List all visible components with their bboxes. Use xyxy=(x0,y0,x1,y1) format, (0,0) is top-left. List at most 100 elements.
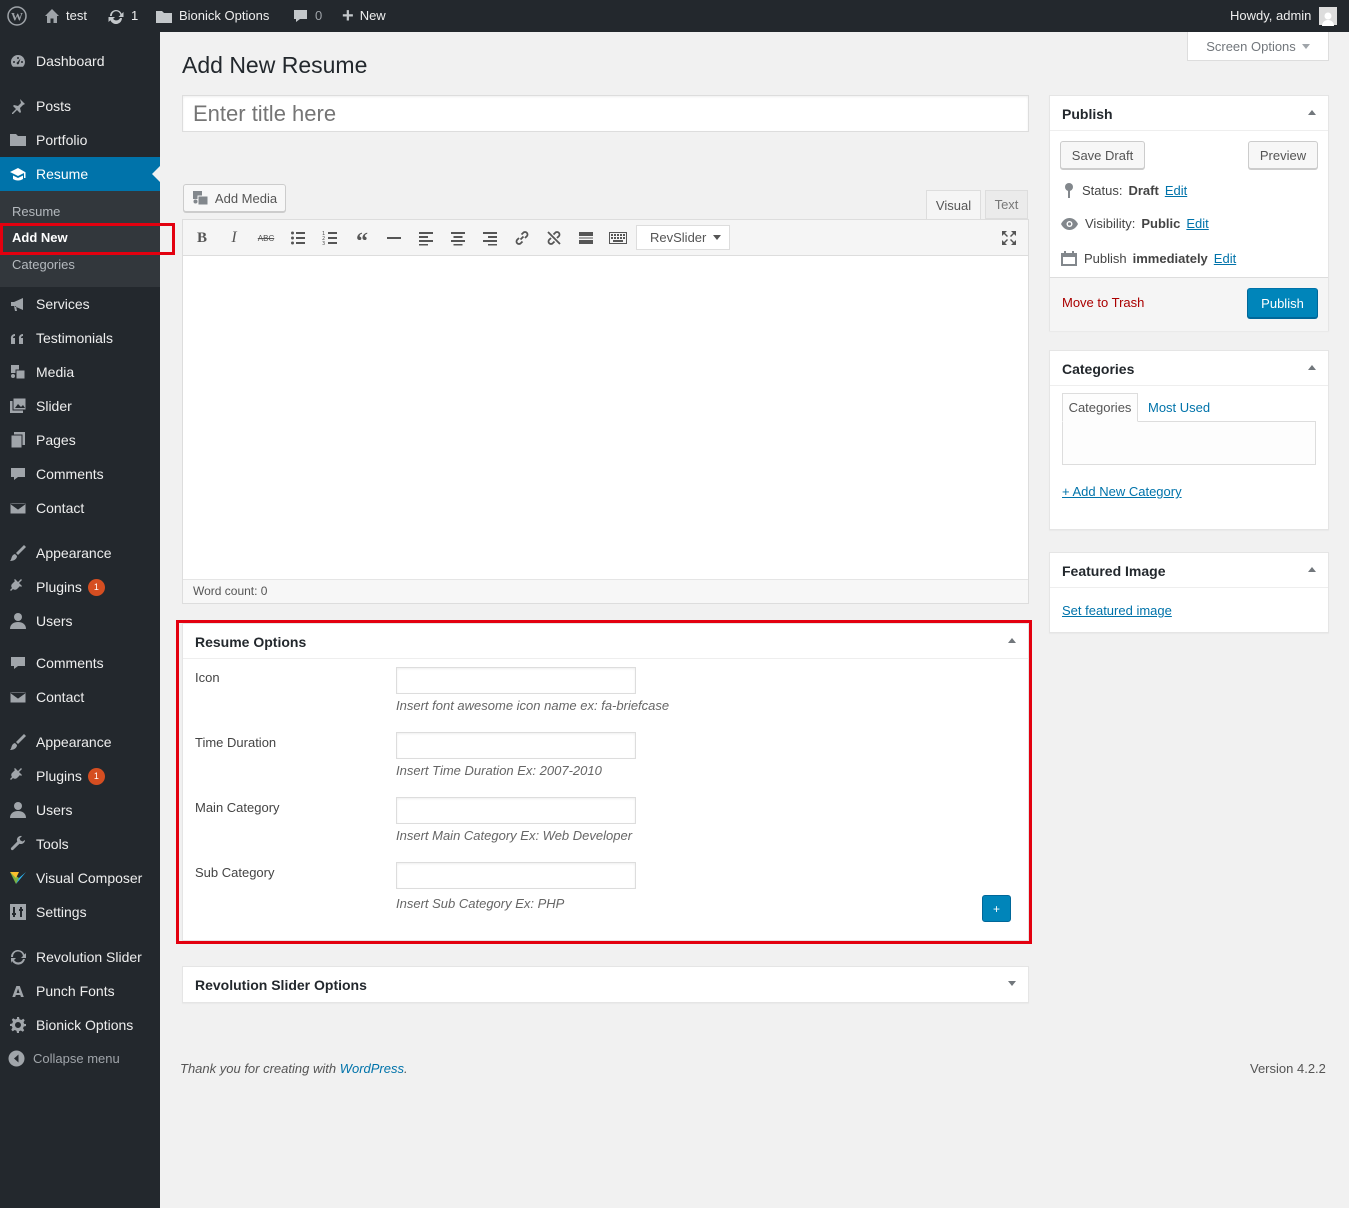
horizontal-line-icon[interactable] xyxy=(384,228,404,248)
fullscreen-icon[interactable] xyxy=(999,228,1019,248)
strikethrough-icon[interactable]: ABC xyxy=(256,228,276,248)
unlink-icon[interactable] xyxy=(544,228,564,248)
collapse-arrow-icon[interactable] xyxy=(1308,110,1316,115)
sidebar-item-plugins[interactable]: Plugins 1 xyxy=(0,570,160,604)
bold-icon[interactable]: B xyxy=(192,228,212,248)
resume-options-header[interactable]: Resume Options xyxy=(183,624,1028,659)
sidebar-item-users[interactable]: Users xyxy=(0,793,160,827)
edit-visibility-link[interactable]: Edit xyxy=(1186,216,1208,231)
categories-header[interactable]: Categories xyxy=(1050,351,1328,386)
sidebar-item-bionick-options[interactable]: Bionick Options xyxy=(0,1008,160,1042)
revslider-options-title: Revolution Slider Options xyxy=(195,977,367,993)
pin-icon xyxy=(0,97,36,115)
plug-icon xyxy=(0,767,36,785)
sidebar-item-tools[interactable]: Tools xyxy=(0,827,160,861)
featured-image-header[interactable]: Featured Image xyxy=(1050,553,1328,588)
editor-content-area[interactable] xyxy=(183,256,1028,578)
sidebar-item-comments[interactable]: Comments xyxy=(0,646,160,680)
brush-icon xyxy=(0,544,36,562)
sidebar-item-services[interactable]: Services xyxy=(0,287,160,321)
categories-list[interactable] xyxy=(1062,421,1316,465)
sidebar-item-revolution-slider[interactable]: Revolution Slider xyxy=(0,940,160,974)
publish-button[interactable]: Publish xyxy=(1247,288,1318,318)
comments-link[interactable]: 0 xyxy=(292,0,322,32)
dropdown-arrow-icon xyxy=(713,235,721,240)
screen-options-button[interactable]: Screen Options xyxy=(1187,32,1329,61)
save-draft-button[interactable]: Save Draft xyxy=(1060,141,1145,169)
sidebar-item-visual-composer[interactable]: Visual Composer xyxy=(0,861,160,895)
field-input[interactable] xyxy=(396,862,636,889)
updates-link[interactable]: 1 xyxy=(107,0,138,32)
tab-most-used[interactable]: Most Used xyxy=(1148,400,1210,415)
submenu-categories[interactable]: Categories xyxy=(12,257,75,272)
revslider-options-header[interactable]: Revolution Slider Options xyxy=(183,967,1028,1002)
theme-options-link[interactable]: Bionick Options xyxy=(155,0,269,32)
post-title-input[interactable] xyxy=(182,95,1029,132)
account-menu[interactable]: Howdy, admin xyxy=(1230,0,1338,32)
numbered-list-icon[interactable]: 123 xyxy=(320,228,340,248)
collapse-arrow-icon[interactable] xyxy=(1308,567,1316,572)
admin-bar: W test 1 Bionick Options 0 + New Howdy, … xyxy=(0,0,1349,32)
publish-header[interactable]: Publish xyxy=(1050,96,1328,131)
bullet-list-icon[interactable] xyxy=(288,228,308,248)
sidebar-item-comments[interactable]: Comments xyxy=(0,457,160,491)
sidebar-item-punch-fonts[interactable]: A Punch Fonts xyxy=(0,974,160,1008)
sidebar-item-portfolio[interactable]: Portfolio xyxy=(0,123,160,157)
sidebar-item-appearance[interactable]: Appearance xyxy=(0,725,160,759)
sidebar-item-plugins[interactable]: Plugins 1 xyxy=(0,759,160,793)
collapse-label: Collapse menu xyxy=(33,1051,120,1066)
avatar xyxy=(1319,7,1338,26)
sidebar-item-contact[interactable]: Contact xyxy=(0,680,160,714)
wordpress-logo-icon[interactable]: W xyxy=(7,0,27,32)
read-more-icon[interactable] xyxy=(576,228,596,248)
submenu-resume[interactable]: Resume xyxy=(12,204,60,219)
site-name-link[interactable]: test xyxy=(44,0,87,32)
align-left-icon[interactable] xyxy=(416,228,436,248)
media-icon xyxy=(192,191,209,206)
toolbar-toggle-icon[interactable] xyxy=(608,228,628,248)
add-media-button[interactable]: Add Media xyxy=(183,184,286,212)
italic-icon[interactable]: I xyxy=(224,228,244,248)
sidebar-item-appearance[interactable]: Appearance xyxy=(0,536,160,570)
page-title: Add New Resume xyxy=(182,52,368,78)
expand-arrow-icon[interactable] xyxy=(1008,981,1016,986)
tab-visual[interactable]: Visual xyxy=(926,190,981,220)
sidebar-item-media[interactable]: Media xyxy=(0,355,160,389)
sidebar-item-slider[interactable]: Slider xyxy=(0,389,160,423)
edit-status-link[interactable]: Edit xyxy=(1165,183,1187,198)
new-content-link[interactable]: + New xyxy=(342,0,386,32)
sidebar-item-testimonials[interactable]: Testimonials xyxy=(0,321,160,355)
align-center-icon[interactable] xyxy=(448,228,468,248)
add-media-label: Add Media xyxy=(214,190,278,206)
sidebar-item-pages[interactable]: Pages xyxy=(0,423,160,457)
revslider-dropdown[interactable]: RevSlider xyxy=(636,225,730,250)
field-label: Sub Category xyxy=(195,865,275,880)
collapse-menu-button[interactable]: Collapse menu xyxy=(8,1050,120,1067)
move-to-trash-link[interactable]: Move to Trash xyxy=(1062,295,1144,310)
sidebar-item-settings[interactable]: Settings xyxy=(0,895,160,929)
field-input[interactable] xyxy=(396,732,636,759)
field-input[interactable] xyxy=(396,667,636,694)
field-input[interactable] xyxy=(396,797,636,824)
sidebar-item-contact[interactable]: Contact xyxy=(0,491,160,525)
set-featured-image-link[interactable]: Set featured image xyxy=(1062,603,1172,618)
align-right-icon[interactable] xyxy=(480,228,500,248)
tab-text[interactable]: Text xyxy=(985,190,1028,219)
blockquote-icon[interactable]: “ xyxy=(352,228,372,255)
eye-icon xyxy=(1061,217,1078,230)
tab-all-categories[interactable]: Categories xyxy=(1062,393,1138,422)
edit-schedule-link[interactable]: Edit xyxy=(1214,251,1236,266)
preview-button[interactable]: Preview xyxy=(1248,141,1318,169)
add-field-button[interactable]: + xyxy=(982,895,1011,922)
sidebar-item-resume[interactable]: Resume xyxy=(0,157,160,191)
sidebar-item-dashboard[interactable]: Dashboard xyxy=(0,44,160,78)
add-new-category-link[interactable]: + Add New Category xyxy=(1062,484,1182,499)
wordpress-link[interactable]: WordPress xyxy=(340,1061,404,1076)
submenu-add-new[interactable]: Add New xyxy=(12,230,68,245)
sidebar-item-posts[interactable]: Posts xyxy=(0,89,160,123)
envelope-icon xyxy=(0,499,36,517)
collapse-arrow-icon[interactable] xyxy=(1308,365,1316,370)
sidebar-item-users[interactable]: Users xyxy=(0,604,160,638)
link-icon[interactable] xyxy=(512,228,532,248)
collapse-arrow-icon[interactable] xyxy=(1008,638,1016,643)
